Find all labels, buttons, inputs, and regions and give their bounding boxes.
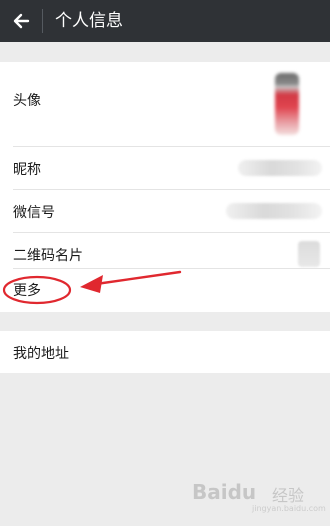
nickname-label: 昵称 [13,162,41,178]
wechat-id-value [226,203,322,219]
avatar-label: 头像 [13,93,41,109]
address-row[interactable]: 我的地址 [0,331,330,373]
more-row[interactable]: 更多 [0,269,330,312]
avatar[interactable] [275,73,299,135]
nickname-value [238,160,322,176]
back-button[interactable] [8,7,36,35]
watermark-text: Baidu [192,480,257,504]
header-divider [42,9,43,33]
avatar-row[interactable]: 头像 [0,62,330,146]
qr-code-icon [298,241,320,267]
more-label: 更多 [13,283,41,299]
qr-code-label: 二维码名片 [13,248,83,264]
nickname-row[interactable]: 昵称 [0,147,330,189]
address-group: 我的地址 [0,331,330,373]
top-bar: 个人信息 [0,0,330,42]
arrow-left-icon [13,13,30,29]
watermark-url: jingyan.baidu.com [252,504,326,513]
watermark-text-2: 经验 [272,486,305,505]
wechat-id-row[interactable]: 微信号 [0,190,330,232]
page-title: 个人信息 [55,11,123,31]
watermark-logo: Baidu 经验 jingyan.baidu.com [192,478,326,514]
profile-group: 头像 昵称 微信号 二维码名片 更多 [0,62,330,312]
wechat-id-label: 微信号 [13,205,55,221]
address-label: 我的地址 [13,346,69,362]
